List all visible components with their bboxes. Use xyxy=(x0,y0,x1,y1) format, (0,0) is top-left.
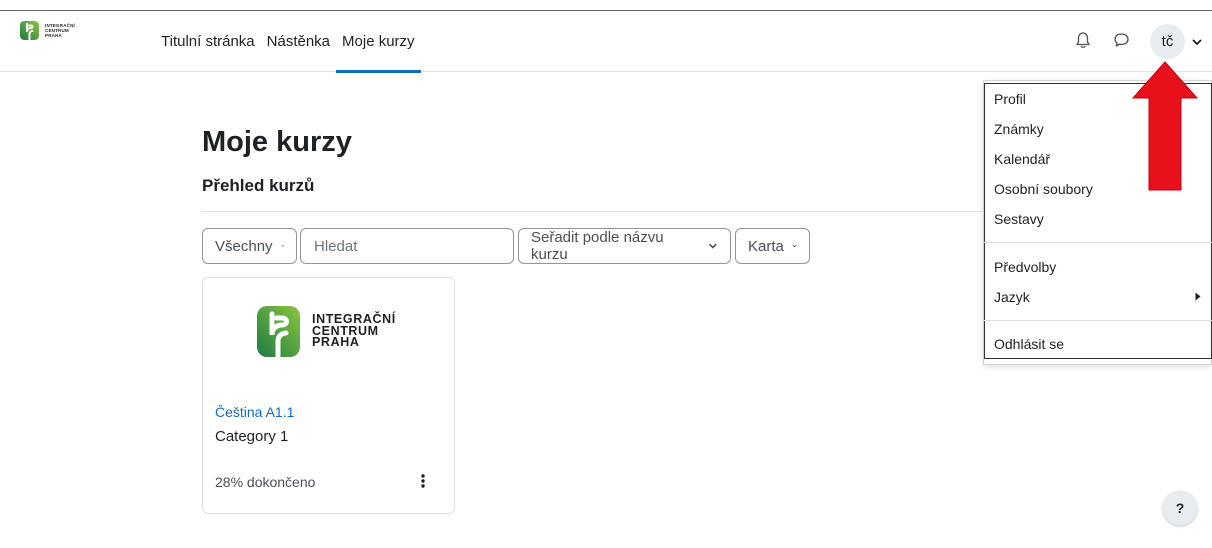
nav-my-courses[interactable]: Moje kurzy xyxy=(336,11,421,73)
primary-navigation: Titulní stránka Nástěnka Moje kurzy xyxy=(155,11,421,73)
course-logo-icon xyxy=(257,306,300,357)
chevron-down-icon xyxy=(792,244,797,248)
user-avatar[interactable]: tč xyxy=(1150,24,1185,59)
filter-dropdown-label: Všechny xyxy=(215,237,273,255)
course-card[interactable]: INTEGRAČNÍ CENTRUM PRAHA Čeština A1.1 Ca… xyxy=(202,277,455,514)
sort-dropdown[interactable]: Seřadit podle názvu kurzu xyxy=(518,228,731,264)
menu-divider xyxy=(984,320,1212,321)
course-logo-line: PRAHA xyxy=(312,335,360,350)
red-arrow-annotation xyxy=(1132,61,1198,191)
course-progress: 28% dokončeno xyxy=(215,474,316,490)
menu-item-preferences[interactable]: Předvolby xyxy=(994,259,1056,275)
view-dropdown-label: Karta xyxy=(748,237,784,255)
menu-divider xyxy=(984,242,1212,243)
menu-item-calendar[interactable]: Kalendář xyxy=(994,151,1050,167)
nav-home[interactable]: Titulní stránka xyxy=(155,11,261,72)
course-image[interactable]: INTEGRAČNÍ CENTRUM PRAHA xyxy=(257,306,396,357)
sort-dropdown-label: Seřadit podle názvu kurzu xyxy=(531,229,664,263)
chevron-down-icon xyxy=(280,245,284,247)
brand-logo[interactable]: INTEGRAČNÍ CENTRUM PRAHA xyxy=(20,21,75,40)
brand-mark-icon xyxy=(20,21,39,40)
more-actions-icon[interactable] xyxy=(419,473,427,489)
menu-item-logout[interactable]: Odhlásit se xyxy=(994,336,1064,352)
page-title: Moje kurzy xyxy=(202,126,352,158)
menu-item-profile[interactable]: Profil xyxy=(994,91,1026,107)
caret-right-icon xyxy=(1195,292,1201,301)
view-dropdown[interactable]: Karta xyxy=(735,228,810,264)
course-logo-text: INTEGRAČNÍ CENTRUM PRAHA xyxy=(312,313,396,350)
course-category: Category 1 xyxy=(215,428,289,445)
nav-dashboard[interactable]: Nástěnka xyxy=(261,11,336,72)
chat-icon[interactable] xyxy=(1113,32,1130,48)
chevron-down-icon xyxy=(709,243,717,249)
menu-item-private-files[interactable]: Osobní soubory xyxy=(994,181,1093,197)
brand-line: PRAHA xyxy=(45,33,63,38)
menu-item-grades[interactable]: Známky xyxy=(994,121,1044,137)
brand-name: INTEGRAČNÍ CENTRUM PRAHA xyxy=(45,23,75,38)
course-name-link[interactable]: Čeština A1.1 xyxy=(215,404,294,420)
filter-dropdown[interactable]: Všechny xyxy=(202,228,297,264)
search-input[interactable] xyxy=(300,228,514,264)
help-button[interactable]: ? xyxy=(1163,491,1197,525)
block-title: Přehled kurzů xyxy=(202,176,315,195)
chevron-down-icon[interactable] xyxy=(1191,36,1203,48)
menu-item-reports[interactable]: Sestavy xyxy=(994,211,1044,227)
menu-item-language[interactable]: Jazyk xyxy=(994,289,1030,305)
block-divider xyxy=(202,211,1002,212)
bell-icon[interactable] xyxy=(1075,31,1091,49)
